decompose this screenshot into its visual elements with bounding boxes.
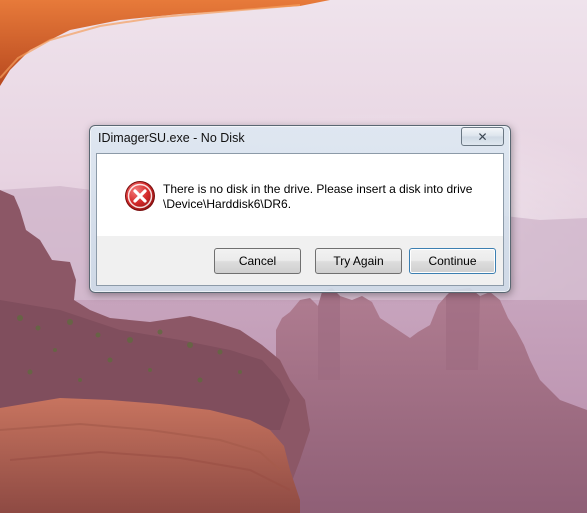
cancel-button[interactable]: Cancel xyxy=(214,248,301,274)
error-icon xyxy=(125,181,155,211)
error-message: There is no disk in the drive. Please in… xyxy=(163,182,493,212)
continue-button[interactable]: Continue xyxy=(409,248,496,274)
message-area: There is no disk in the drive. Please in… xyxy=(97,154,503,238)
message-line-2: \Device\Harddisk6\DR6. xyxy=(163,197,292,211)
dialog-body: There is no disk in the drive. Please in… xyxy=(96,153,504,286)
dialog-title: IDimagerSU.exe - No Disk xyxy=(98,131,245,145)
message-line-1: There is no disk in the drive. Please in… xyxy=(163,182,473,196)
close-button[interactable]: ✕ xyxy=(461,127,504,146)
error-dialog: IDimagerSU.exe - No Disk ✕ There is no d… xyxy=(89,125,511,293)
try-again-button[interactable]: Try Again xyxy=(315,248,402,274)
close-icon: ✕ xyxy=(477,129,488,144)
